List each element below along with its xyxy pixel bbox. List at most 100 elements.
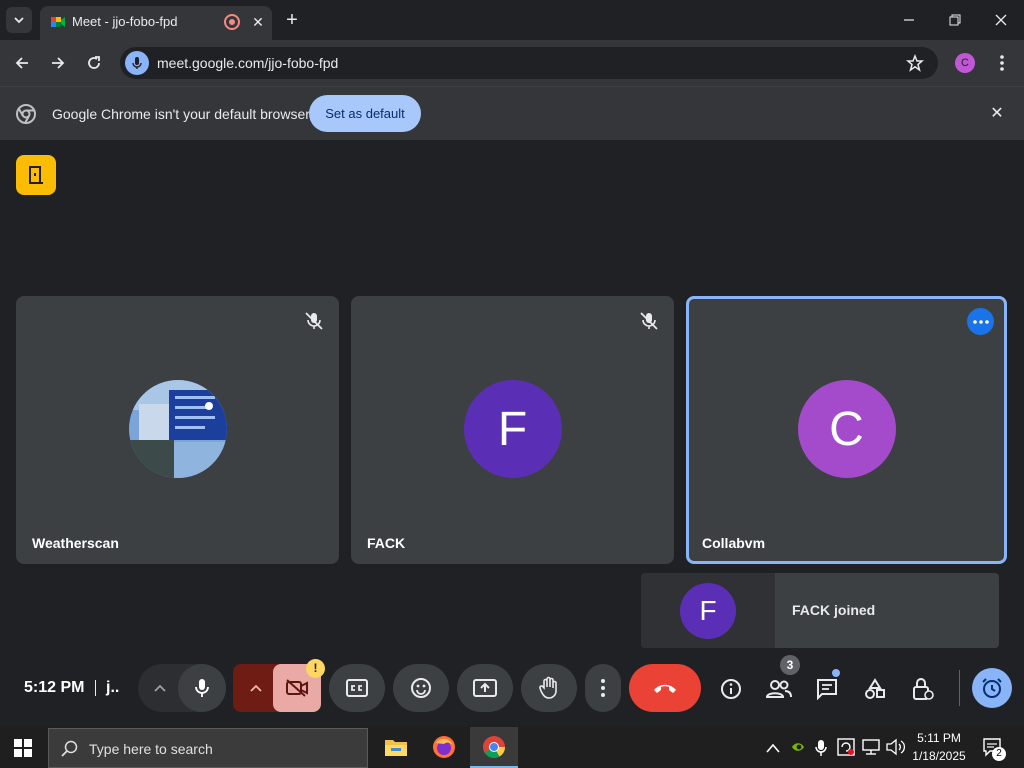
microphone-button[interactable] (178, 664, 226, 712)
lock-person-icon (913, 678, 934, 700)
more-vert-icon (601, 679, 605, 697)
participant-count-badge: 3 (780, 655, 800, 675)
show-hidden-icons-button[interactable] (766, 740, 782, 756)
more-horiz-icon (972, 319, 989, 324)
meeting-details-button[interactable] (716, 674, 746, 704)
divider (95, 680, 96, 696)
tab-strip: Meet - jjo-fobo-fpd ✕ + (0, 0, 1024, 40)
recording-indicator-icon (224, 14, 240, 30)
video-options-button[interactable] (244, 676, 268, 700)
participant-tile-weatherscan[interactable]: Weatherscan (16, 296, 339, 564)
video-off-icon (286, 679, 308, 697)
people-button[interactable] (764, 674, 794, 704)
more-options-menu-button[interactable] (585, 664, 621, 712)
alarm-icon (982, 678, 1002, 698)
chrome-icon[interactable] (479, 732, 509, 762)
minimize-button[interactable] (886, 0, 932, 40)
hand-icon (539, 676, 557, 699)
forward-button[interactable] (44, 49, 72, 77)
more-options-button[interactable] (967, 308, 994, 335)
infobar-message: Google Chrome isn't your default browser (52, 106, 310, 122)
taskbar-search-input[interactable]: Type here to search (48, 728, 368, 768)
chrome-menu-button[interactable] (992, 52, 1012, 74)
close-icon (995, 14, 1007, 26)
emoji-icon (411, 678, 431, 698)
profile-avatar[interactable]: C (955, 53, 975, 73)
present-screen-button[interactable] (457, 664, 513, 712)
fack-avatar: F (463, 380, 562, 478)
present-to-all-icon (473, 679, 497, 697)
collabvm-avatar: C (797, 380, 896, 478)
chevron-up-icon (766, 743, 780, 753)
notification-count-badge: 2 (992, 747, 1006, 761)
audio-options-button[interactable] (148, 676, 172, 700)
tab-close-icon[interactable]: ✕ (248, 12, 268, 32)
tab-search-button[interactable] (6, 7, 32, 33)
security-tray-icon[interactable] (837, 738, 857, 758)
meet-door-icon[interactable] (16, 155, 56, 195)
call-end-icon (654, 684, 676, 693)
nvidia-icon[interactable] (790, 739, 806, 755)
restore-icon (949, 14, 961, 26)
participant-tile-collabvm[interactable]: C Collabvm (686, 296, 1007, 564)
default-browser-infobar: Google Chrome isn't your default browser… (0, 86, 1024, 140)
volume-icon[interactable] (886, 738, 906, 758)
reload-icon (88, 56, 100, 69)
browser-toolbar: meet.google.com/jjo-fobo-fpd C (0, 40, 1024, 86)
leave-call-button[interactable] (629, 664, 701, 712)
meet-favicon-icon (51, 17, 65, 27)
infobar-close-icon[interactable]: ✕ (988, 105, 1006, 123)
firefox-icon[interactable] (429, 732, 459, 762)
tab-title: Meet - jjo-fobo-fpd (72, 14, 178, 29)
divider (959, 670, 960, 706)
participant-tile-fack[interactable]: F FACK (351, 296, 674, 564)
windows-start-icon[interactable] (14, 739, 32, 757)
arrow-left-icon (15, 57, 28, 69)
address-bar[interactable]: meet.google.com/jjo-fobo-fpd (120, 47, 938, 79)
participant-name: Collabvm (702, 535, 766, 551)
close-window-button[interactable] (978, 0, 1024, 40)
microphone-tray-icon[interactable] (814, 739, 830, 757)
new-tab-button[interactable]: + (280, 8, 304, 32)
network-icon[interactable] (862, 738, 882, 758)
chevron-up-icon (250, 684, 262, 692)
meeting-code: j.. (106, 679, 120, 696)
browser-tab-meet[interactable]: Meet - jjo-fobo-fpd ✕ (40, 6, 272, 40)
chat-button[interactable] (812, 674, 842, 704)
people-icon (766, 680, 792, 698)
timer-button[interactable] (972, 668, 1012, 708)
participant-name: Weatherscan (32, 535, 119, 551)
file-explorer-icon[interactable] (381, 732, 411, 762)
bookmark-star-icon[interactable] (906, 54, 924, 72)
captions-button[interactable] (329, 664, 385, 712)
toast-avatar: F (680, 583, 736, 639)
activities-button[interactable] (860, 674, 890, 704)
set-as-default-button[interactable]: Set as default (309, 95, 421, 132)
chat-icon (817, 679, 837, 700)
camera-warning-badge: ! (306, 659, 325, 678)
arrow-right-icon (52, 57, 65, 69)
taskbar-clock-date[interactable]: 1/18/2025 (910, 749, 968, 763)
chevron-down-icon (14, 17, 24, 24)
site-info-mic-icon[interactable] (125, 51, 149, 75)
url-text: meet.google.com/jjo-fobo-fpd (157, 55, 339, 71)
restore-button[interactable] (932, 0, 978, 40)
raise-hand-button[interactable] (521, 664, 577, 712)
mic-off-icon (305, 312, 323, 330)
toast-message: FACK joined (792, 602, 876, 618)
search-icon (61, 740, 78, 757)
minimize-icon (904, 19, 914, 21)
back-button[interactable] (8, 49, 36, 77)
closed-captions-icon (346, 679, 368, 697)
reactions-button[interactable] (393, 664, 449, 712)
meeting-time: 5:12 PM (24, 679, 85, 696)
weatherscan-image (128, 380, 227, 478)
host-controls-button[interactable] (908, 674, 938, 704)
join-notification: F FACK joined (641, 573, 999, 648)
reload-button[interactable] (80, 49, 108, 77)
taskbar-clock-time[interactable]: 5:11 PM (916, 731, 962, 745)
search-placeholder: Type here to search (89, 741, 213, 757)
chevron-up-icon (154, 684, 166, 692)
participant-name: FACK (367, 535, 406, 551)
info-icon (721, 679, 741, 699)
